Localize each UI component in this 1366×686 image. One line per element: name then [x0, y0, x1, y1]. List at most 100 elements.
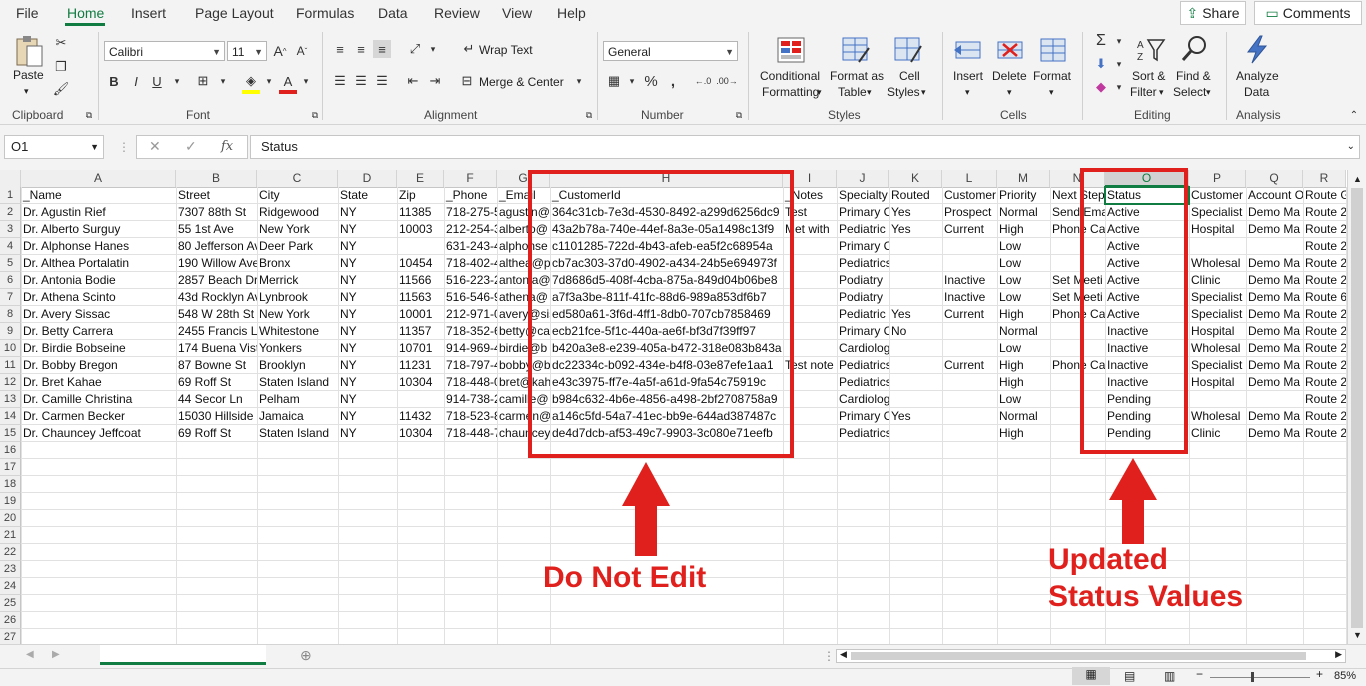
table-cell[interactable]: Route 2 — [1303, 272, 1346, 289]
column-header-j[interactable]: J — [837, 170, 889, 187]
table-cell[interactable]: NY — [338, 340, 397, 357]
column-header-q[interactable]: Q — [1246, 170, 1303, 187]
menu-data[interactable]: Data — [378, 5, 408, 21]
borders-icon[interactable]: ⊞ — [194, 72, 212, 90]
table-cell[interactable]: NY — [338, 255, 397, 272]
table-cell[interactable]: Current — [942, 221, 997, 238]
table-cell[interactable]: New York — [257, 306, 338, 323]
select-all-corner[interactable] — [0, 170, 21, 187]
table-cell[interactable]: NY — [338, 425, 397, 442]
table-cell[interactable]: 718-448-0 — [444, 374, 497, 391]
alignment-launcher-icon[interactable]: ⧉ — [580, 106, 598, 124]
add-sheet-icon[interactable]: ⊕ — [300, 647, 312, 664]
table-cell[interactable]: Dr. Alberto Surguy — [21, 221, 176, 238]
row-header[interactable]: 21 — [0, 527, 21, 544]
table-cell[interactable]: 718-352-6 — [444, 323, 497, 340]
align-top-icon[interactable]: ≡ — [331, 40, 349, 58]
insert-function-icon[interactable]: fx — [221, 139, 233, 154]
table-cell[interactable]: Specialist — [1189, 289, 1246, 306]
table-cell[interactable]: 516-546-9 — [444, 289, 497, 306]
table-cell[interactable]: Wholesal — [1189, 340, 1246, 357]
cell-styles-button[interactable]: Cell — [899, 69, 920, 84]
increase-indent-icon[interactable]: ⇥ — [426, 72, 444, 90]
table-cell[interactable]: Normal — [997, 323, 1050, 340]
table-cell[interactable]: Demo Ma — [1246, 425, 1303, 442]
row-header[interactable]: 4 — [0, 238, 21, 255]
italic-icon[interactable]: I — [127, 72, 145, 90]
table-cell[interactable]: Pediatrics — [837, 374, 889, 391]
table-cell[interactable]: NY — [338, 374, 397, 391]
font-name-select[interactable]: Calibri ▼ — [104, 41, 225, 61]
header-cell[interactable]: _Phone — [444, 187, 497, 204]
row-header[interactable]: 14 — [0, 408, 21, 425]
table-cell[interactable]: 87 Bowne St — [176, 357, 257, 374]
chevron-down-icon[interactable]: ▾ — [1110, 32, 1128, 50]
header-cell[interactable]: State — [338, 187, 397, 204]
table-cell[interactable]: Pelham — [257, 391, 338, 408]
zoom-slider-thumb[interactable] — [1251, 672, 1254, 682]
column-header-a[interactable]: A — [21, 170, 176, 187]
row-header[interactable]: 8 — [0, 306, 21, 323]
row-header[interactable]: 16 — [0, 442, 21, 459]
table-cell[interactable]: 10454 — [397, 255, 444, 272]
table-cell[interactable]: Route 2 — [1303, 408, 1346, 425]
table-cell[interactable]: Dr. Bret Kahae — [21, 374, 176, 391]
table-cell[interactable]: Primary Care — [837, 238, 889, 255]
table-cell[interactable]: Demo Ma — [1246, 340, 1303, 357]
column-header-f[interactable]: F — [444, 170, 497, 187]
table-cell[interactable]: 69 Roff St — [176, 425, 257, 442]
scroll-right-icon[interactable]: ▶ — [1335, 649, 1342, 660]
table-cell[interactable]: Clinic — [1189, 272, 1246, 289]
table-cell[interactable]: Dr. Antonia Bodie — [21, 272, 176, 289]
table-cell[interactable]: NY — [338, 357, 397, 374]
font-size-select[interactable]: 11 ▼ — [227, 41, 267, 61]
table-cell[interactable]: 10003 — [397, 221, 444, 238]
row-header[interactable]: 24 — [0, 578, 21, 595]
header-cell[interactable]: Routed — [889, 187, 942, 204]
scroll-up-icon[interactable]: ▲ — [1353, 174, 1362, 184]
orientation-icon[interactable]: ⤢ — [406, 40, 424, 58]
table-cell[interactable]: Current — [942, 306, 997, 323]
table-cell[interactable]: Route 2 — [1303, 306, 1346, 323]
table-cell[interactable]: NY — [338, 272, 397, 289]
increase-font-icon[interactable]: A ^ — [271, 42, 289, 60]
header-cell[interactable]: Customer — [942, 187, 997, 204]
table-cell[interactable]: Lynbrook — [257, 289, 338, 306]
table-cell[interactable]: Demo Ma — [1246, 255, 1303, 272]
table-cell[interactable]: 11385 — [397, 204, 444, 221]
clipboard-launcher-icon[interactable]: ⧉ — [80, 106, 98, 124]
cancel-icon[interactable]: ✕ — [149, 138, 161, 155]
analyze-data-button[interactable]: Analyze — [1236, 69, 1279, 84]
table-cell[interactable]: Pediatric — [837, 221, 889, 238]
header-cell[interactable]: Priority — [997, 187, 1050, 204]
menu-formulas[interactable]: Formulas — [296, 5, 354, 21]
merge-center-icon[interactable]: ⊟ — [458, 72, 476, 90]
table-cell[interactable]: 914-969-4 — [444, 340, 497, 357]
header-cell[interactable]: Zip — [397, 187, 444, 204]
align-bottom-icon[interactable]: ≡ — [373, 40, 391, 58]
table-cell[interactable]: Podiatry — [837, 289, 889, 306]
column-header-l[interactable]: L — [942, 170, 997, 187]
decrease-font-icon[interactable]: Aˇ — [293, 42, 311, 60]
menu-review[interactable]: Review — [434, 5, 480, 21]
table-cell[interactable]: 718-275-5 — [444, 204, 497, 221]
format-as-table-icon[interactable] — [841, 36, 871, 64]
sheet-tab-active[interactable] — [100, 645, 266, 665]
table-cell[interactable]: Pediatrics — [837, 425, 889, 442]
row-header[interactable]: 10 — [0, 340, 21, 357]
table-cell[interactable]: Pediatrics — [837, 255, 889, 272]
format-painter-icon[interactable]: 🖌 — [52, 80, 70, 98]
table-cell[interactable]: Route 2 — [1303, 221, 1346, 238]
row-header[interactable]: 5 — [0, 255, 21, 272]
table-cell[interactable]: Demo Ma — [1246, 204, 1303, 221]
insert-cells-icon[interactable] — [953, 36, 983, 64]
table-cell[interactable]: Dr. Betty Carrera — [21, 323, 176, 340]
table-cell[interactable]: Deer Park — [257, 238, 338, 255]
chevron-down-icon[interactable]: ▾ — [424, 40, 442, 58]
chevron-down-icon[interactable]: ▾ — [214, 72, 232, 90]
delete-button[interactable]: Delete — [992, 69, 1027, 84]
row-header[interactable]: 2 — [0, 204, 21, 221]
row-header[interactable]: 22 — [0, 544, 21, 561]
number-launcher-icon[interactable]: ⧉ — [730, 106, 748, 124]
table-cell[interactable]: Demo Ma — [1246, 323, 1303, 340]
